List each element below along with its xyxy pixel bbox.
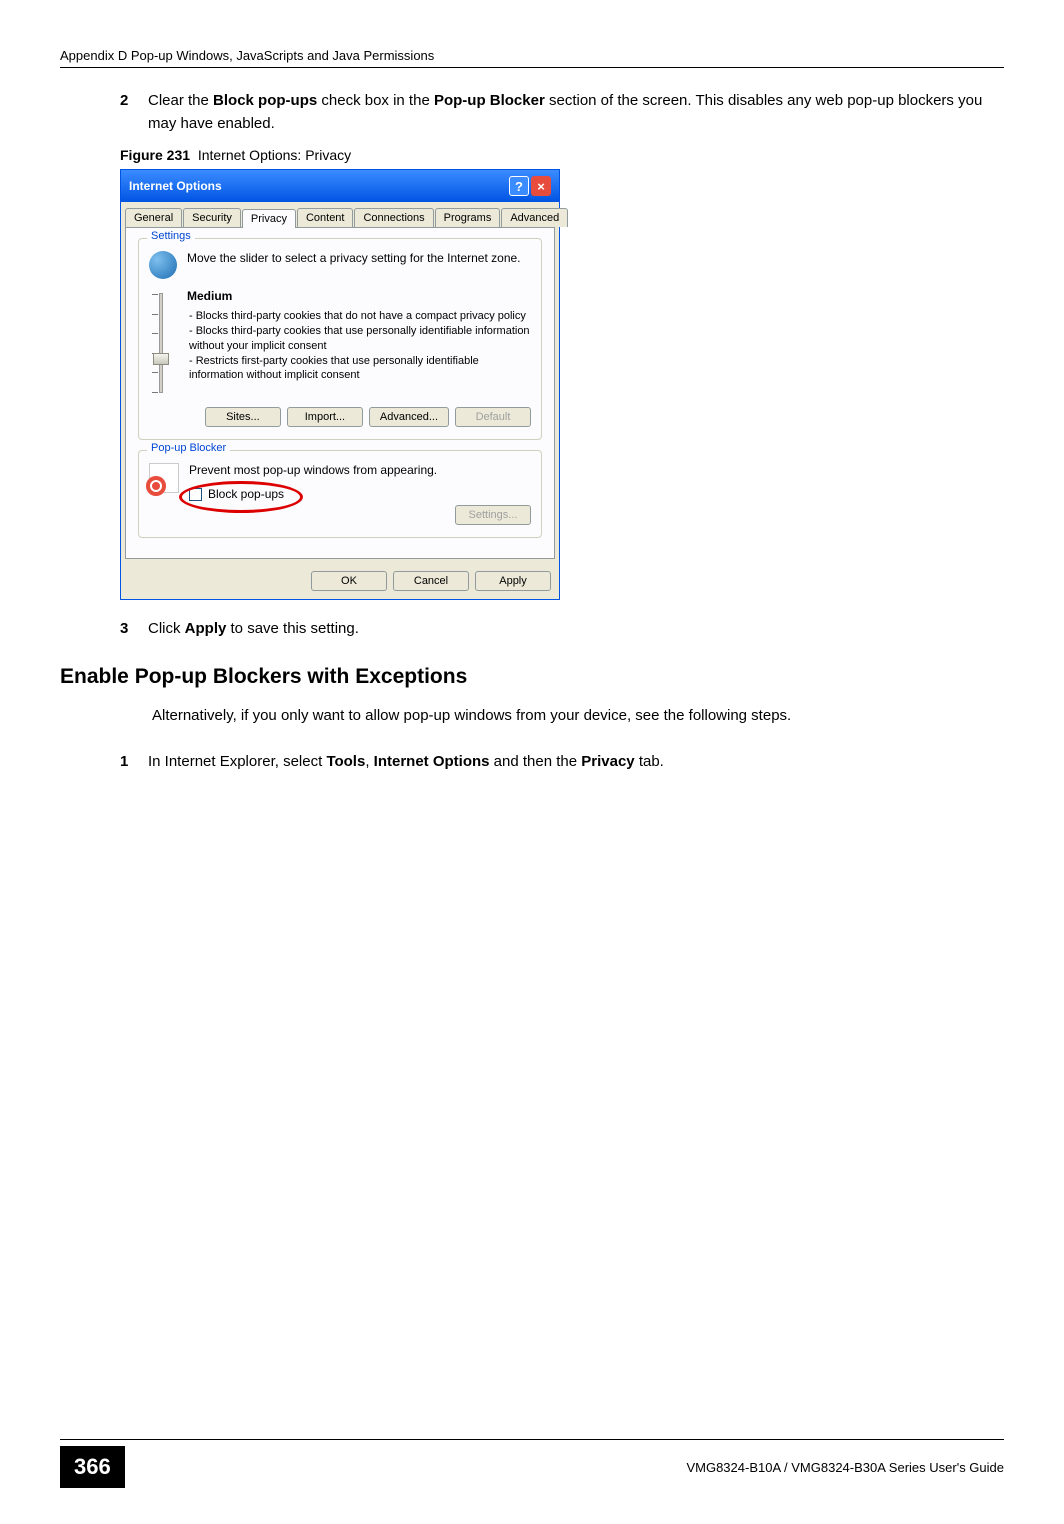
import-button[interactable]: Import... — [287, 407, 363, 427]
settings-group: Settings Move the slider to select a pri… — [138, 238, 542, 440]
page-number: 366 — [60, 1446, 125, 1488]
tab-programs[interactable]: Programs — [435, 208, 501, 227]
tab-advanced[interactable]: Advanced — [501, 208, 568, 227]
tab-connections[interactable]: Connections — [354, 208, 433, 227]
step-3-number: 3 — [120, 618, 128, 641]
default-button: Default — [455, 407, 531, 427]
popup-blocker-icon — [149, 463, 179, 493]
privacy-level: Medium — [187, 289, 531, 303]
step-3-text: Click Apply to save this setting. — [148, 620, 359, 637]
tab-strip: General Security Privacy Content Connect… — [121, 202, 559, 227]
footer-guide-title: VMG8324-B10A / VMG8324-B30A Series User'… — [125, 1460, 1004, 1475]
tab-content[interactable]: Content — [297, 208, 354, 227]
popup-blocker-group: Pop-up Blocker Prevent most pop-up windo… — [138, 450, 542, 538]
block-popups-checkbox[interactable] — [189, 488, 202, 501]
settings-intro: Move the slider to select a privacy sett… — [187, 251, 531, 265]
bullet-1: - Blocks third-party cookies that do not… — [189, 309, 531, 324]
globe-icon — [149, 251, 177, 279]
popup-settings-button: Settings... — [455, 505, 531, 525]
bullet-2: - Blocks third-party cookies that use pe… — [189, 324, 531, 354]
apply-button[interactable]: Apply — [475, 571, 551, 591]
popup-group-title: Pop-up Blocker — [147, 442, 230, 454]
tab-security[interactable]: Security — [183, 208, 241, 227]
bullet-3: - Restricts first-party cookies that use… — [189, 354, 531, 384]
step-2-text: Clear the Block pop-ups check box in the… — [148, 92, 982, 132]
sites-button[interactable]: Sites... — [205, 407, 281, 427]
privacy-slider[interactable] — [159, 293, 163, 393]
step-1b-number: 1 — [120, 751, 128, 774]
block-popups-label: Block pop-ups — [208, 487, 284, 501]
tab-general[interactable]: General — [125, 208, 182, 227]
step-1b-text: In Internet Explorer, select Tools, Inte… — [148, 753, 664, 770]
ok-button[interactable]: OK — [311, 571, 387, 591]
advanced-button[interactable]: Advanced... — [369, 407, 449, 427]
cancel-button[interactable]: Cancel — [393, 571, 469, 591]
appendix-title: Appendix D Pop-up Windows, JavaScripts a… — [60, 48, 434, 63]
tab-privacy[interactable]: Privacy — [242, 209, 296, 228]
popup-intro: Prevent most pop-up windows from appeari… — [189, 463, 531, 477]
section-para: Alternatively, if you only want to allow… — [152, 705, 1004, 728]
help-icon[interactable]: ? — [509, 176, 529, 196]
settings-group-title: Settings — [147, 230, 195, 242]
figure-caption: Figure 231 Internet Options: Privacy — [120, 147, 1004, 163]
step-2-number: 2 — [120, 90, 128, 113]
slider-thumb[interactable] — [153, 353, 169, 365]
internet-options-dialog: Internet Options ? × General Security Pr… — [120, 169, 560, 600]
section-heading: Enable Pop-up Blockers with Exceptions — [60, 665, 1004, 689]
close-icon[interactable]: × — [531, 176, 551, 196]
dialog-title: Internet Options — [129, 179, 222, 193]
dialog-titlebar: Internet Options ? × — [121, 170, 559, 202]
